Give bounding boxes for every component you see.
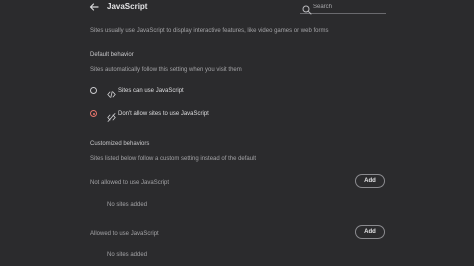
back-arrow-icon[interactable]: [88, 1, 100, 13]
search-input[interactable]: [313, 1, 383, 12]
customized-description: Sites listed below follow a custom setti…: [90, 156, 257, 162]
code-icon: [107, 86, 116, 98]
intro-text: Sites usually use JavaScript to display …: [90, 28, 329, 34]
default-behavior-description: Sites automatically follow this setting …: [90, 67, 242, 73]
search-icon: [302, 2, 312, 15]
radio-block-javascript[interactable]: [90, 110, 97, 117]
page-title: JavaScript: [107, 2, 148, 11]
option-allow-label[interactable]: Sites can use JavaScript: [118, 87, 184, 95]
add-not-allowed-button[interactable]: Add: [355, 174, 385, 188]
add-allowed-button[interactable]: Add: [355, 225, 385, 239]
customized-heading: Customized behaviors: [90, 141, 150, 147]
default-behavior-heading: Default behavior: [90, 52, 134, 58]
not-allowed-empty: No sites added: [107, 202, 148, 208]
search-box[interactable]: [300, 1, 386, 15]
code-off-icon: [107, 109, 116, 122]
radio-allow-javascript[interactable]: [90, 87, 97, 94]
header-bar: JavaScript: [0, 0, 474, 16]
allowed-empty: No sites added: [107, 252, 148, 258]
allowed-label: Allowed to use JavaScript: [90, 231, 159, 237]
settings-page: JavaScript Sites usually use JavaScript …: [0, 0, 474, 266]
not-allowed-label: Not allowed to use JavaScript: [90, 180, 170, 186]
option-block-label[interactable]: Don't allow sites to use JavaScript: [118, 110, 209, 118]
